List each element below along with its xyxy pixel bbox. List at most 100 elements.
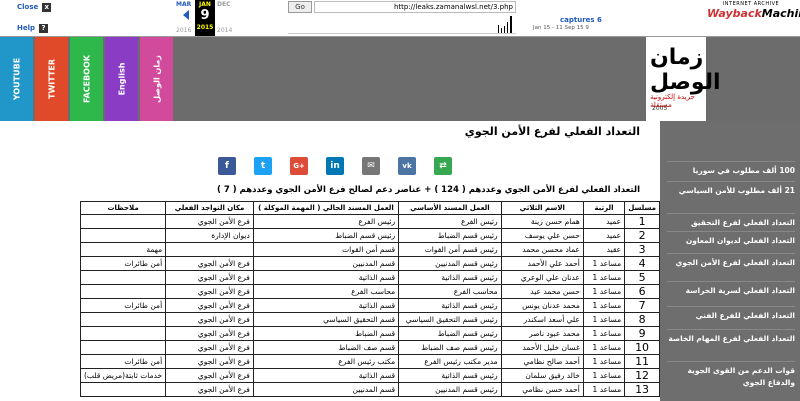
table-row: 9 مساعد 1 محمد عبود ناصر رئيس قسم الضباط قسم… — [79, 326, 660, 341]
site-logo[interactable]: زمان الوصل جريدة إلكترونية مستقلة 2005 — [646, 37, 721, 121]
table-cell: حسن محمد عيد — [500, 284, 584, 299]
table-cell: خالد رفيق سلمان — [500, 368, 584, 383]
sidebar-link[interactable]: التعداد الفعلي لديوان المعاون — [667, 231, 795, 247]
linkedin-share-icon[interactable]: in — [326, 157, 344, 175]
logo-year: 2005 — [652, 105, 668, 112]
close-button[interactable]: Close x — [17, 3, 52, 12]
table-cell: قسم الضباط — [252, 326, 400, 341]
sidebar-link[interactable]: 21 ألف مطلوب للأمن السياسي — [667, 181, 795, 197]
table-cell: أحمد صالح نظامي — [500, 354, 584, 369]
wayback-machine-logo: WaybackMachine — [707, 7, 800, 20]
table-cell: فرع الأمن الجوي — [165, 256, 254, 271]
sidebar-link[interactable]: التعداد الفعلي لفرع المهام الخاصة — [667, 329, 795, 345]
table-row: 13 مساعد 1 أحمد حسن نظامي رئيس قسم المدنيين… — [79, 382, 660, 397]
table-cell: رئيس قسم الضباط — [398, 228, 502, 243]
table-cell: فرع الأمن الجوي — [165, 354, 254, 369]
captures-link[interactable]: captures 6 — [560, 16, 602, 24]
url-input[interactable]: http://leaks.zamanalwsl.net/3.php — [314, 1, 516, 13]
vk-share-icon[interactable]: vk — [398, 157, 416, 175]
sidebar-link[interactable]: التعداد الفعلي لفرع الأمن الجوي — [667, 253, 795, 269]
current-year: 2015 — [196, 24, 214, 31]
go-button[interactable]: Go — [288, 1, 312, 13]
table-cell: فرع الأمن الجوي — [165, 340, 254, 355]
prev-capture-arrow-icon[interactable] — [183, 10, 189, 20]
table-cell: 13 — [624, 382, 660, 397]
help-icon: ? — [39, 24, 49, 33]
table-row: 3 عقيد عماد محسن محمد رئيس قسم أمن القوات قس… — [79, 242, 660, 257]
table-cell: مساعد 1 — [582, 382, 626, 397]
table-cell: مساعد 1 — [582, 284, 626, 299]
table-cell: همام حسن زينة — [500, 214, 584, 229]
table-cell: أمن طائرات — [79, 298, 167, 313]
table-cell: حسن علي يوسف — [500, 228, 584, 243]
table-row: 5 مساعد 1 عدنان علي الوعري رئيس قسم الذاتية… — [79, 270, 660, 285]
table-cell: محاسب الفرع — [398, 284, 502, 299]
twitter-share-icon[interactable]: t — [254, 157, 272, 175]
table-cell: أمن طائرات — [79, 354, 167, 369]
site-header: YOUTUBE TWITTER FACEBOOK English زمان ال… — [0, 37, 800, 121]
table-cell: عقيد — [582, 242, 626, 257]
table-cell: مساعد 1 — [582, 270, 626, 285]
table-cell: أمن طائرات — [79, 256, 167, 271]
table-cell: 12 — [624, 368, 660, 383]
sidebar-link[interactable]: التعداد الفعلي لفرع التحقيق — [667, 213, 795, 229]
facebook-share-icon[interactable]: f — [218, 157, 236, 175]
googleplus-share-icon[interactable]: G+ — [290, 157, 308, 175]
table-header-row: مسلسل الرتبة الاسم الثلاثي العمل المسند … — [79, 201, 660, 215]
table-cell: محاسب الفرع — [252, 284, 400, 299]
table-cell: فرع الأمن الجوي — [165, 298, 254, 313]
page-title: التعداد الفعلي لفرع الأمن الجوي — [464, 125, 640, 138]
main-area: التعداد الفعلي لفرع الأمن الجوي f t G+ i… — [0, 121, 800, 401]
email-share-icon[interactable]: ✉ — [362, 157, 380, 175]
table-cell: قسم المدنيين — [252, 256, 400, 271]
table-row: 1 عميد همام حسن زينة رئيس الفرع رئيس الفرع فر… — [79, 214, 660, 229]
table-cell: رئيس الفرع — [398, 214, 502, 229]
wayback-word: Wayback — [707, 7, 762, 20]
capture-sparkline[interactable] — [288, 14, 516, 34]
help-button[interactable]: Help? — [17, 24, 49, 33]
col-header: مكان التواجد الفعلي — [165, 201, 254, 215]
table-cell: قسم الذاتية — [252, 368, 400, 383]
tab-zaman-alwasl[interactable]: زمان الوصل — [140, 37, 173, 121]
machine-word: Machine — [761, 7, 800, 20]
table-cell: رئيس قسم المدنيين — [398, 256, 502, 271]
table-cell: 5 — [624, 270, 660, 285]
table-cell: مساعد 1 — [582, 312, 626, 327]
tab-twitter[interactable]: TWITTER — [35, 37, 68, 121]
sidebar-link[interactable]: التعداد الفعلي لسرية الحراسة — [667, 281, 795, 297]
article-content: التعداد الفعلي لفرع الأمن الجوي f t G+ i… — [0, 121, 660, 401]
table-cell — [79, 382, 167, 397]
tab-english[interactable]: English — [105, 37, 138, 121]
table-cell: علي أسعد اسكندر — [500, 312, 584, 327]
table-cell: 2 — [624, 228, 660, 243]
table-row: 7 مساعد 1 محمد عدنان يونس رئيس قسم الذاتية ق… — [79, 298, 660, 313]
table-cell: فرع الأمن الجوي — [165, 270, 254, 285]
next-year[interactable]: 2014 — [217, 27, 232, 34]
table-cell: مدير مكتب رئيس الفرع — [398, 354, 502, 369]
share-more-icon[interactable]: ⇄ — [434, 157, 452, 175]
table-cell: رئيس قسم الذاتية — [398, 270, 502, 285]
sidebar-link[interactable]: التعداد الفعلي للفرع الفني — [667, 306, 795, 322]
prev-month-link[interactable]: MAR — [176, 1, 191, 8]
table-cell: محمد عبود ناصر — [500, 326, 584, 341]
close-icon: x — [42, 3, 52, 12]
sidebar: 100 ألف مطلوب في سوريا 21 ألف مطلوب للأمن… — [660, 121, 800, 401]
sidebar-link[interactable]: 100 ألف مطلوب في سوريا — [667, 161, 795, 177]
table-cell: رئيس الفرع — [252, 214, 400, 229]
table-cell: فرع الأمن الجوي — [165, 284, 254, 299]
prev-year[interactable]: 2016 — [176, 27, 191, 34]
table-cell: 10 — [624, 340, 660, 355]
tab-facebook[interactable]: FACEBOOK — [70, 37, 103, 121]
table-cell: مساعد 1 — [582, 298, 626, 313]
table-row: 11 مساعد 1 أحمد صالح نظامي مدير مكتب رئيس ا… — [79, 354, 660, 369]
table-cell: قسم الذاتية — [252, 270, 400, 285]
tab-label: زمان الوصل — [152, 55, 161, 103]
help-label: Help — [17, 24, 36, 32]
next-month-link[interactable]: DEC — [217, 1, 230, 8]
table-cell: فرع الأمن الجوي — [165, 312, 254, 327]
tab-youtube[interactable]: YOUTUBE — [0, 37, 33, 121]
table-cell — [79, 270, 167, 285]
table-cell: مكتب رئيس الفرع — [252, 354, 400, 369]
wayback-logo[interactable]: INTERNET ARCHIVE WaybackMachine — [707, 1, 800, 27]
sidebar-link[interactable]: قوات الدعم من القوى الجوية والدفاع الجوي — [667, 361, 795, 389]
